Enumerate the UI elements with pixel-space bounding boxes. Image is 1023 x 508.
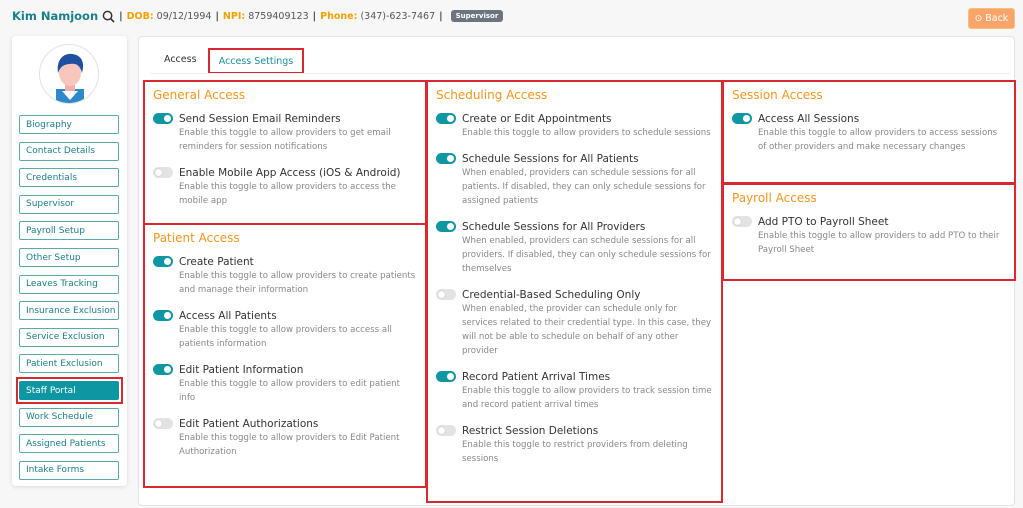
sidebar-item-intake-forms[interactable]: Intake Forms bbox=[19, 460, 119, 480]
toggle-switch[interactable] bbox=[436, 289, 456, 300]
setting-label: Credential-Based Scheduling Only bbox=[462, 289, 641, 301]
setting-label: Schedule Sessions for All Patients bbox=[462, 153, 639, 165]
dob-label: DOB: bbox=[126, 10, 154, 22]
tab-access-settings[interactable]: Access Settings bbox=[208, 48, 304, 74]
npi-value: 8759409123 bbox=[248, 10, 309, 22]
setting-description: Enable this toggle to allow providers to… bbox=[179, 325, 392, 349]
toggle-switch[interactable] bbox=[436, 371, 456, 382]
sidebar: Biography Contact Details Credentials Super… bbox=[12, 36, 127, 486]
phone-label: Phone: bbox=[320, 10, 358, 22]
toggle-switch[interactable] bbox=[153, 310, 173, 321]
setting-item: Add PTO to Payroll Sheet Enable this togg… bbox=[732, 215, 1006, 257]
setting-item: Access All Patients Enable this toggle to… bbox=[153, 309, 417, 351]
section-payroll-access: Payroll Access Add PTO to Payroll Sheet En… bbox=[722, 183, 1016, 281]
sidebar-item-credentials[interactable]: Credentials bbox=[19, 168, 119, 188]
phone-value: (347)-623-7467 bbox=[360, 10, 436, 22]
role-badge: Supervisor bbox=[450, 10, 504, 22]
toggle-switch[interactable] bbox=[153, 167, 173, 178]
dob-value: 09/12/1994 bbox=[156, 10, 212, 22]
setting-item: Send Session Email Reminders Enable this … bbox=[153, 112, 417, 154]
setting-item: Schedule Sessions for All Providers When … bbox=[436, 220, 713, 276]
setting-label: Send Session Email Reminders bbox=[179, 113, 341, 125]
tab-access[interactable]: Access bbox=[164, 54, 197, 65]
setting-label: Add PTO to Payroll Sheet bbox=[758, 216, 889, 228]
setting-label: Create or Edit Appointments bbox=[462, 113, 612, 125]
setting-item: Schedule Sessions for All Patients When e… bbox=[436, 152, 713, 208]
setting-label: Restrict Session Deletions bbox=[462, 425, 599, 437]
setting-label: Access All Patients bbox=[179, 310, 277, 322]
setting-description: Enable this toggle to allow providers to… bbox=[179, 128, 391, 152]
setting-label: Schedule Sessions for All Providers bbox=[462, 221, 646, 233]
staff-name: Kim Namjoon bbox=[12, 9, 99, 23]
sidebar-item-work-schedule[interactable]: Work Schedule bbox=[19, 407, 119, 427]
setting-description: Enable this toggle to allow providers to… bbox=[462, 128, 711, 138]
sidebar-item-staff-portal[interactable]: Staff Portal bbox=[19, 381, 119, 400]
setting-description: Enable this toggle to allow providers to… bbox=[179, 379, 400, 403]
npi-label: NPI: bbox=[222, 10, 246, 22]
toggle-switch[interactable] bbox=[436, 153, 456, 164]
setting-item: Create Patient Enable this toggle to allo… bbox=[153, 255, 417, 297]
setting-label: Create Patient bbox=[179, 256, 254, 268]
toggle-switch[interactable] bbox=[436, 425, 456, 436]
sidebar-item-service-exclusion[interactable]: Service Exclusion bbox=[19, 327, 119, 347]
patient-header: Kim Namjoon | DOB: 09/12/1994 | NPI: 875… bbox=[12, 9, 504, 23]
setting-label: Edit Patient Information bbox=[179, 364, 304, 376]
avatar bbox=[39, 44, 99, 104]
sidebar-item-payroll-setup[interactable]: Payroll Setup bbox=[19, 221, 119, 241]
toggle-switch[interactable] bbox=[732, 216, 752, 227]
toggle-switch[interactable] bbox=[732, 113, 752, 124]
setting-description: Enable this toggle to allow providers to… bbox=[758, 128, 998, 152]
setting-item: Record Patient Arrival Times Enable this … bbox=[436, 370, 713, 412]
section-scheduling-access: Scheduling Access Create or Edit Appointm… bbox=[426, 80, 723, 503]
tab-divider bbox=[150, 73, 1010, 74]
section-title: Payroll Access bbox=[732, 191, 817, 205]
toggle-switch[interactable] bbox=[153, 364, 173, 375]
section-title: Session Access bbox=[732, 88, 823, 102]
setting-label: Enable Mobile App Access (iOS & Android) bbox=[179, 167, 401, 179]
back-label: Back bbox=[985, 13, 1009, 24]
section-title: Patient Access bbox=[153, 231, 240, 245]
sidebar-item-other-setup[interactable]: Other Setup bbox=[19, 248, 119, 267]
toggle-switch[interactable] bbox=[153, 256, 173, 267]
sidebar-item-contact-details[interactable]: Contact Details bbox=[19, 141, 119, 161]
setting-description: When enabled, providers can schedule ses… bbox=[462, 168, 706, 206]
setting-item: Edit Patient Authorizations Enable this t… bbox=[153, 417, 417, 459]
setting-label: Access All Sessions bbox=[758, 113, 860, 125]
setting-item: Enable Mobile App Access (iOS & Android)… bbox=[153, 166, 417, 208]
sidebar-item-patient-exclusion[interactable]: Patient Exclusion bbox=[19, 354, 119, 374]
section-title: General Access bbox=[153, 88, 246, 102]
section-general-access: General Access Send Session Email Reminde… bbox=[143, 80, 427, 225]
toggle-switch[interactable] bbox=[153, 418, 173, 429]
setting-label: Edit Patient Authorizations bbox=[179, 418, 319, 430]
section-patient-access: Patient Access Create Patient Enable this … bbox=[143, 223, 427, 488]
sidebar-item-assigned-patients[interactable]: Assigned Patients bbox=[19, 434, 119, 454]
setting-item: Edit Patient Information Enable this togg… bbox=[153, 363, 417, 405]
toggle-switch[interactable] bbox=[436, 113, 456, 124]
setting-item: Restrict Session Deletions Enable this to… bbox=[436, 424, 713, 466]
setting-description: Enable this toggle to allow providers to… bbox=[462, 386, 712, 410]
sidebar-item-leaves-tracking[interactable]: Leaves Tracking bbox=[19, 274, 119, 294]
sidebar-item-supervisor[interactable]: Supervisor bbox=[19, 194, 119, 214]
setting-description: Enable this toggle to allow providers to… bbox=[179, 182, 396, 206]
back-circle-icon: ⊙ bbox=[974, 13, 983, 24]
setting-item: Access All Sessions Enable this toggle to… bbox=[732, 112, 1006, 154]
setting-description: Enable this toggle to allow providers to… bbox=[758, 231, 1000, 255]
toggle-switch[interactable] bbox=[153, 113, 173, 124]
setting-description: When enabled, the provider can schedule … bbox=[462, 304, 712, 356]
search-icon[interactable] bbox=[102, 10, 115, 23]
setting-description: Enable this toggle to restrict providers… bbox=[462, 440, 688, 464]
section-title: Scheduling Access bbox=[436, 88, 548, 102]
setting-description: When enabled, providers can schedule ses… bbox=[462, 236, 711, 274]
setting-item: Credential-Based Scheduling Only When ena… bbox=[436, 288, 713, 358]
back-button[interactable]: ⊙ Back bbox=[968, 8, 1015, 29]
setting-label: Record Patient Arrival Times bbox=[462, 371, 611, 383]
setting-description: Enable this toggle to allow providers to… bbox=[179, 433, 400, 457]
setting-item: Create or Edit Appointments Enable this t… bbox=[436, 112, 713, 140]
toggle-switch[interactable] bbox=[436, 221, 456, 232]
setting-description: Enable this toggle to allow providers to… bbox=[179, 271, 416, 295]
sidebar-item-biography[interactable]: Biography bbox=[19, 115, 119, 134]
sidebar-item-insurance-exclusion[interactable]: Insurance Exclusion bbox=[19, 301, 119, 321]
section-session-access: Session Access Access All Sessions Enable … bbox=[722, 80, 1016, 184]
